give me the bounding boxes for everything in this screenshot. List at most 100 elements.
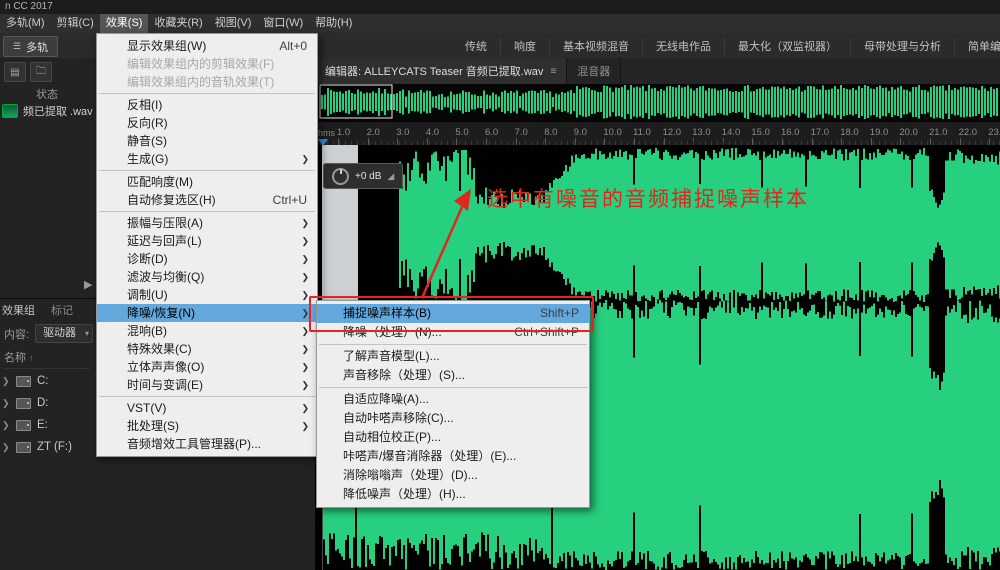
menubar-item-2[interactable]: 剪辑(C) bbox=[51, 14, 100, 33]
content-row: 内容: 驱动器 ▾ bbox=[4, 324, 93, 343]
noise-submenu-item-label: 捕捉噪声样本(B) bbox=[343, 304, 431, 323]
drive-row-1[interactable]: ❯C: bbox=[2, 370, 92, 392]
noise-restoration-submenu: 捕捉噪声样本(B)Shift+P降噪（处理）(N)...Ctrl+Shift+P… bbox=[316, 300, 590, 508]
effects-menu-item-6[interactable]: 反向(R) bbox=[97, 114, 317, 132]
menubar-item-5[interactable]: 视图(V) bbox=[209, 14, 258, 33]
effects-menu-item-14[interactable]: 延迟与回声(L)❯ bbox=[97, 232, 317, 250]
panel-menu-icon[interactable]: ≡ bbox=[550, 66, 556, 77]
effects-menu-item-label: 立体声声像(O) bbox=[127, 358, 204, 376]
effects-menu-item-label: 滤波与均衡(Q) bbox=[127, 268, 204, 286]
submenu-arrow-icon: ❯ bbox=[301, 358, 309, 376]
workspace-tab-7[interactable]: 简单编辑 bbox=[954, 38, 1000, 54]
volume-knob-icon[interactable] bbox=[332, 168, 349, 185]
volume-hud[interactable]: +0 dB ◢ bbox=[323, 163, 403, 189]
effects-menu-item-26[interactable]: 音频增效工具管理器(P)... bbox=[97, 435, 317, 453]
editor-tab-row: 编辑器: ALLEYCATS Teaser 音频已提取.wav ≡ 混音器 bbox=[315, 58, 1000, 85]
effects-menu-item-label: 振幅与压限(A) bbox=[127, 214, 203, 232]
content-dropdown[interactable]: 驱动器 ▾ bbox=[35, 324, 93, 343]
editor-tab-label: 编辑器: ALLEYCATS Teaser 音频已提取.wav bbox=[325, 63, 543, 79]
add-file-icon[interactable]: ▤ bbox=[4, 62, 26, 82]
effects-menu-item-5[interactable]: 反相(I) bbox=[97, 96, 317, 114]
drive-row-4[interactable]: ❯ZT (F:) bbox=[2, 436, 92, 458]
effects-menu-item-1[interactable]: 显示效果组(W)Alt+0 bbox=[97, 37, 317, 55]
effects-menu-item-3[interactable]: 编辑效果组内的音轨效果(T) bbox=[97, 73, 317, 91]
effects-menu-item-11[interactable]: 自动修复选区(H)Ctrl+U bbox=[97, 191, 317, 209]
menubar-item-3[interactable]: 效果(S) bbox=[100, 14, 149, 33]
expand-icon[interactable]: ❯ bbox=[2, 442, 10, 453]
expand-icon[interactable]: ❯ bbox=[2, 420, 10, 431]
ruler-tick-label: 15.0 bbox=[751, 127, 770, 138]
expand-icon[interactable]: ❯ bbox=[2, 376, 10, 387]
effects-menu-item-label: 诊断(D) bbox=[127, 250, 168, 268]
effects-menu-item-16[interactable]: 滤波与均衡(Q)❯ bbox=[97, 268, 317, 286]
multitrack-icon: ☰ bbox=[13, 42, 21, 51]
multitrack-view-button[interactable]: ☰ 多轨 bbox=[3, 36, 58, 57]
effects-menu-item-2[interactable]: 编辑效果组内的剪辑效果(F) bbox=[97, 55, 317, 73]
effects-menu-item-19[interactable]: 混响(B)❯ bbox=[97, 322, 317, 340]
title-bar: n CC 2017 bbox=[0, 0, 1000, 14]
timeline-ruler[interactable]: hms 1.02.03.04.05.06.07.08.09.010.011.01… bbox=[315, 122, 1000, 146]
workspace-tab-4[interactable]: 无线电作品 bbox=[642, 38, 724, 54]
menubar-item-1[interactable]: 多轨(M) bbox=[0, 14, 51, 33]
file-list-item[interactable]: 频已提取 .wav bbox=[2, 103, 93, 119]
noise-submenu-item-10[interactable]: 咔嗒声/爆音消除器（处理）(E)... bbox=[317, 447, 589, 466]
noise-submenu-item-12[interactable]: 降低噪声（处理）(H)... bbox=[317, 485, 589, 504]
noise-submenu-item-2[interactable]: 降噪（处理）(N)...Ctrl+Shift+P bbox=[317, 323, 589, 342]
workspace-tab-5[interactable]: 最大化（双监视器） bbox=[724, 38, 850, 54]
noise-submenu-item-9[interactable]: 自动相位校正(P)... bbox=[317, 428, 589, 447]
effects-menu-item-18[interactable]: 降噪/恢复(N)❯ bbox=[97, 304, 317, 322]
mixer-tab-label: 混音器 bbox=[577, 63, 610, 79]
noise-submenu-item-1[interactable]: 捕捉噪声样本(B)Shift+P bbox=[317, 304, 589, 323]
submenu-arrow-icon: ❯ bbox=[301, 340, 309, 358]
ruler-tick-label: 7.0 bbox=[515, 127, 528, 138]
effects-menu-item-label: 生成(G) bbox=[127, 150, 168, 168]
effects-menu-item-22[interactable]: 时间与变调(E)❯ bbox=[97, 376, 317, 394]
tab-effects-rack[interactable]: 效果组 bbox=[2, 302, 35, 318]
playhead-marker[interactable] bbox=[318, 139, 328, 146]
workspace-tab-2[interactable]: 响度 bbox=[500, 38, 549, 54]
noise-submenu-item-4[interactable]: 了解声音模型(L)... bbox=[317, 347, 589, 366]
workspace-tab-1[interactable]: 传统 bbox=[452, 38, 500, 54]
effects-menu-item-17[interactable]: 调制(U)❯ bbox=[97, 286, 317, 304]
noise-submenu-item-8[interactable]: 自动咔嗒声移除(C)... bbox=[317, 409, 589, 428]
effects-menu-item-8[interactable]: 生成(G)❯ bbox=[97, 150, 317, 168]
effects-menu-item-label: 静音(S) bbox=[127, 132, 167, 150]
tab-mixer[interactable]: 混音器 bbox=[567, 58, 621, 84]
ruler-tick-label: 14.0 bbox=[722, 127, 741, 138]
status-column-header: 状态 bbox=[36, 86, 58, 102]
ruler-tick-label: 19.0 bbox=[870, 127, 889, 138]
noise-submenu-item-label: 咔嗒声/爆音消除器（处理）(E)... bbox=[343, 447, 516, 466]
folder-icon[interactable]: 🗀 bbox=[30, 62, 52, 82]
tab-editor[interactable]: 编辑器: ALLEYCATS Teaser 音频已提取.wav ≡ bbox=[315, 58, 567, 84]
noise-submenu-item-5[interactable]: 声音移除（处理）(S)... bbox=[317, 366, 589, 385]
ruler-tick-label: 2.0 bbox=[367, 127, 380, 138]
noise-submenu-item-11[interactable]: 消除嗡嗡声（处理）(D)... bbox=[317, 466, 589, 485]
drive-row-3[interactable]: ❯E: bbox=[2, 414, 92, 436]
effects-menu-item-label: 编辑效果组内的音轨效果(T) bbox=[127, 73, 274, 91]
noise-submenu-item-7[interactable]: 自适应降噪(A)... bbox=[317, 390, 589, 409]
effects-menu-item-15[interactable]: 诊断(D)❯ bbox=[97, 250, 317, 268]
name-column-header[interactable]: 名称↑ bbox=[4, 349, 90, 369]
workspace-tab-6[interactable]: 母带处理与分析 bbox=[850, 38, 954, 54]
effects-menu-item-10[interactable]: 匹配响度(M) bbox=[97, 173, 317, 191]
menubar-item-4[interactable]: 收藏夹(R) bbox=[148, 14, 208, 33]
effects-menu-item-7[interactable]: 静音(S) bbox=[97, 132, 317, 150]
sort-arrow-icon: ↑ bbox=[29, 353, 34, 363]
effects-menu-item-20[interactable]: 特殊效果(C)❯ bbox=[97, 340, 317, 358]
pin-icon[interactable]: ◢ bbox=[387, 171, 394, 182]
effects-menu-item-13[interactable]: 振幅与压限(A)❯ bbox=[97, 214, 317, 232]
menubar-item-7[interactable]: 帮助(H) bbox=[309, 14, 358, 33]
overview-strip[interactable] bbox=[315, 84, 1000, 123]
effects-menu-item-21[interactable]: 立体声声像(O) ❯ bbox=[97, 358, 317, 376]
tab-markers[interactable]: 标记 bbox=[51, 302, 73, 318]
menubar-item-6[interactable]: 窗口(W) bbox=[257, 14, 309, 33]
workspace-tab-3[interactable]: 基本视频混音 bbox=[549, 38, 642, 54]
expand-icon[interactable]: ❯ bbox=[2, 398, 10, 409]
effects-menu-item-24[interactable]: VST(V)❯ bbox=[97, 399, 317, 417]
play-icon[interactable]: ▶ bbox=[84, 278, 92, 291]
effects-menu-item-25[interactable]: 批处理(S)❯ bbox=[97, 417, 317, 435]
ruler-tick-label: 17.0 bbox=[811, 127, 830, 138]
media-browser-tabs: 效果组 标记 bbox=[2, 302, 73, 318]
ruler-tick-label: 4.0 bbox=[426, 127, 439, 138]
drive-row-2[interactable]: ❯D: bbox=[2, 392, 92, 414]
